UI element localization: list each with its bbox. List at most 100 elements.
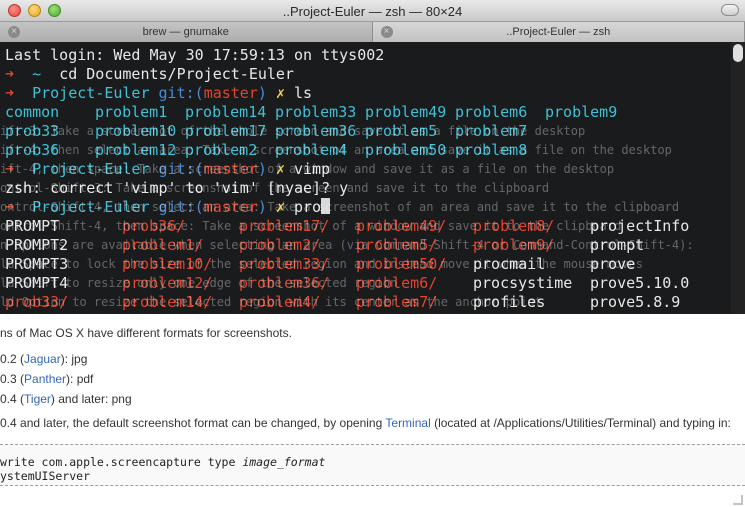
completion-entry: prove	[590, 255, 636, 273]
text-cursor	[321, 198, 331, 214]
completion-output: PROMPT prob36/problem17/problem49/problem…	[5, 217, 745, 312]
completion-entry: procmail	[473, 255, 546, 273]
code-placeholder: image_format	[242, 455, 326, 469]
completion-entry: PROMPT3	[5, 255, 69, 273]
ls-entry: common	[5, 103, 60, 121]
completion-entry: profiles	[473, 293, 546, 311]
command-text: vimp	[294, 160, 331, 178]
completion-entry: PROMPT4	[5, 274, 69, 292]
prompt-cwd: Project-Euler	[32, 198, 150, 216]
completion-entry: problem10/	[122, 255, 213, 273]
command-text: ls	[294, 84, 313, 102]
completion-row: prob33/problem14/problem4/problem7/profi…	[5, 293, 745, 312]
version-panther: 0.3 (Panther): pdf	[0, 372, 93, 386]
text: 0.4 (	[0, 392, 25, 406]
prompt-line-pro: ➜ Project-Euler git:(master) ✗ pro	[5, 198, 745, 217]
ls-entry: problem49	[365, 103, 447, 121]
resize-grip-icon[interactable]	[733, 495, 743, 505]
ls-entry	[545, 141, 635, 160]
git-close: )	[257, 160, 267, 178]
ls-entry: prob33	[5, 122, 60, 140]
text: 0.3 (	[0, 372, 25, 386]
ls-entry: problem8	[455, 141, 528, 159]
command-text: cd Documents/Project-Euler	[59, 65, 294, 83]
prompt-cwd: Project-Euler	[32, 84, 150, 102]
prompt-arrow-icon: ➜	[5, 65, 15, 83]
prompt-arrow-icon: ➜	[5, 84, 15, 102]
code-text: write com.apple.screencapture type	[0, 455, 243, 469]
completion-entry: prob33/	[5, 293, 69, 311]
completion-entry: procsystime	[473, 274, 573, 292]
ls-entry: problem14	[185, 103, 267, 121]
tiger-link[interactable]: Tiger	[24, 392, 51, 406]
ls-entry: problem1	[95, 103, 168, 121]
prompt-line-vimp: ➜ Project-Euler git:(master) ✗ vimp	[5, 160, 745, 179]
last-login-line: Last login: Wed May 30 17:59:13 on ttys0…	[5, 46, 385, 64]
later-paragraph: 0.4 and later, the default screenshot fo…	[0, 416, 731, 430]
ls-row: prob33 problem10 problem17 problem36 problem…	[5, 122, 745, 141]
prompt-line-ls: ➜ Project-Euler git:(master) ✗ ls	[5, 84, 745, 103]
correction-line: zsh: correct 'vimp' to 'vim' [nyae]? y	[5, 179, 349, 197]
scrollbar-thumb[interactable]	[733, 44, 743, 62]
version-jaguar: 0.2 (Jaguar): jpg	[0, 352, 87, 366]
prompt-cwd: Project-Euler	[32, 160, 150, 178]
completion-entry: problem33/	[239, 255, 330, 273]
window-title: ..Project-Euler — zsh — 80×24	[282, 4, 463, 19]
completion-row: PROMPT2 problem1/problem2/problem5/proble…	[5, 236, 745, 255]
version-tiger: 0.4 (Tiger) and later: png	[0, 392, 132, 406]
tab-project-euler[interactable]: × ..Project-Euler — zsh	[372, 22, 745, 42]
terminal-link[interactable]: Terminal	[385, 416, 430, 430]
prompt-arrow-icon: ➜	[5, 198, 15, 216]
terminal-scrollbar[interactable]	[731, 42, 745, 314]
completion-entry: problem4/	[239, 293, 321, 311]
tab-close-icon[interactable]: ×	[380, 26, 393, 38]
git-branch: master	[203, 198, 258, 216]
text: ): pdf	[66, 372, 94, 386]
ls-entry: problem6	[455, 103, 528, 121]
completion-entry: problem2/	[239, 236, 321, 254]
git-label: git:(	[158, 160, 204, 178]
ls-entry: problem5	[365, 122, 438, 140]
git-branch: master	[203, 160, 258, 178]
tab-label: ..Project-Euler — zsh	[506, 26, 611, 38]
completion-entry: problem50/	[356, 255, 447, 273]
git-label: git:(	[158, 198, 204, 216]
completion-entry: problem8/	[473, 217, 555, 235]
ls-entry: problem9	[545, 103, 618, 121]
completion-entry: prompt	[590, 236, 645, 254]
completion-entry: problem14/	[122, 293, 213, 311]
ls-entry	[545, 122, 635, 141]
code-block: write com.apple.screencapture type image…	[0, 444, 745, 486]
prompt-cwd: ~	[32, 65, 42, 83]
completion-entry: problem6/	[356, 274, 438, 292]
terminal-output[interactable]: ift-3: Take a screenshot of the whole sc…	[0, 42, 745, 314]
ls-entry: problem17	[185, 122, 267, 140]
command-input[interactable]: pro	[294, 198, 321, 216]
git-close: )	[257, 84, 267, 102]
ls-entry: problem33	[275, 103, 357, 121]
git-label: git:(	[158, 84, 204, 102]
completion-entry: problem12/	[122, 274, 213, 292]
completion-entry: problem5/	[356, 236, 438, 254]
toolbar-toggle-button[interactable]	[721, 4, 739, 16]
completion-entry: problem49/	[356, 217, 447, 235]
ls-entry: problem7	[455, 122, 528, 140]
completion-entry: PROMPT2	[5, 236, 69, 254]
ls-output: common problem1 problem14 problem33 problem4…	[5, 103, 745, 160]
completion-entry: problem17/	[239, 217, 330, 235]
text: 0.4 and later, the default screenshot fo…	[0, 416, 386, 430]
git-branch: master	[203, 84, 258, 102]
panther-link[interactable]: Panther	[24, 372, 66, 386]
ls-entry: problem2	[185, 141, 258, 159]
code-line: write com.apple.screencapture type image…	[0, 455, 325, 469]
completion-entry: problem36/	[239, 274, 330, 292]
completion-entry: PROMPT	[5, 217, 60, 235]
tab-brew[interactable]: × brew — gnumake	[0, 22, 373, 42]
text: (located at /Applications/Utilities/Term…	[430, 416, 731, 430]
jaguar-link[interactable]: Jaguar	[24, 352, 61, 366]
dirty-mark-icon: ✗	[275, 84, 285, 102]
background-web-page: ns of Mac OS X have different formats fo…	[0, 314, 745, 507]
formats-intro: ns of Mac OS X have different formats fo…	[0, 326, 292, 340]
tab-label: brew — gnumake	[142, 26, 229, 38]
tab-close-icon[interactable]: ×	[8, 26, 20, 38]
